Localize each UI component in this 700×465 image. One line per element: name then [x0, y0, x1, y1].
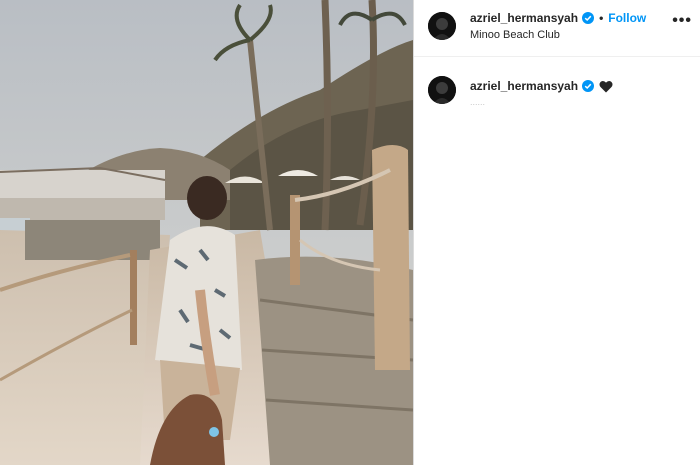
location-link[interactable]: Minoo Beach Club	[470, 29, 560, 41]
verified-badge-icon	[582, 12, 595, 24]
caption-ellipsis: ......	[470, 97, 486, 107]
caption-username-link[interactable]: azriel_hermansyah	[470, 79, 578, 93]
follow-button[interactable]: Follow	[608, 11, 646, 25]
post-author: azriel_hermansyah • Follow	[470, 11, 646, 25]
verified-badge-icon	[582, 80, 595, 92]
post-photo[interactable]	[0, 0, 413, 465]
post-header: azriel_hermansyah • Follow Minoo Beach C…	[414, 0, 700, 57]
black-heart-icon	[599, 80, 613, 93]
more-options-button[interactable]: •••	[672, 12, 692, 30]
post-sidebar: azriel_hermansyah • Follow Minoo Beach C…	[414, 0, 700, 465]
post-caption: azriel_hermansyah	[470, 79, 613, 93]
avatar[interactable]	[428, 12, 456, 40]
separator-dot: •	[599, 11, 604, 25]
username-link[interactable]: azriel_hermansyah	[470, 11, 578, 25]
caption-avatar[interactable]	[428, 76, 456, 104]
